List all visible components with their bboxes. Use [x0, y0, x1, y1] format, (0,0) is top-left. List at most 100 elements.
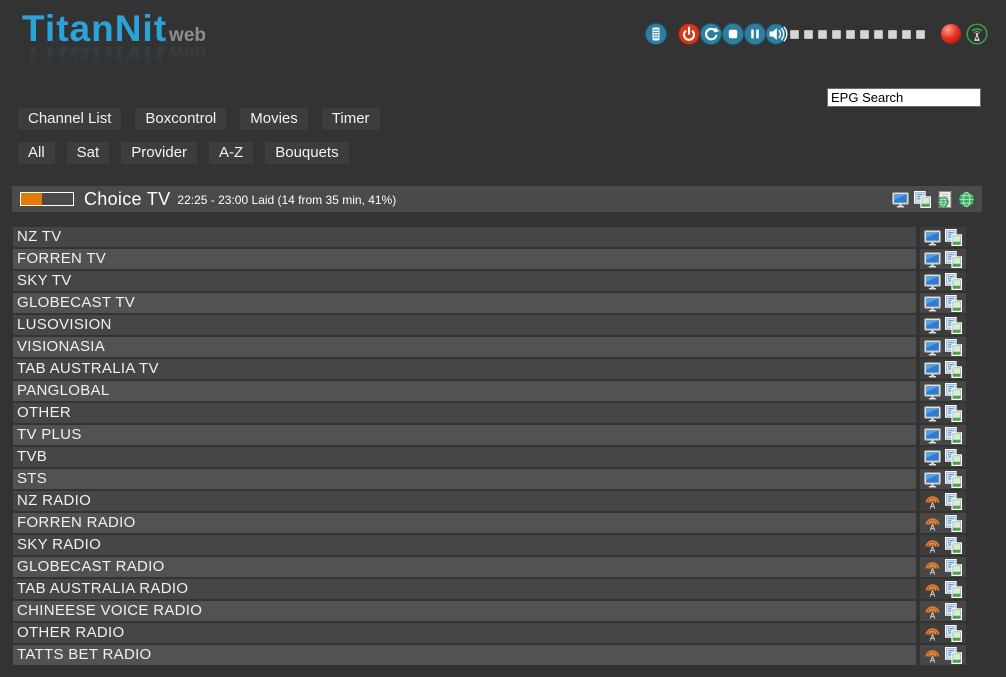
- channel-name[interactable]: GLOBECAST RADIO: [13, 557, 916, 577]
- epg-page-icon[interactable]: [936, 191, 953, 208]
- nav-timer-button[interactable]: Timer: [322, 108, 380, 130]
- epg-list-icon[interactable]: [945, 647, 962, 664]
- epg-list-icon[interactable]: [945, 339, 962, 356]
- channel-row[interactable]: SKY TV: [13, 271, 966, 291]
- epg-list-icon[interactable]: [945, 405, 962, 422]
- channel-name[interactable]: FORREN TV: [13, 249, 916, 269]
- radio-zap-icon[interactable]: [924, 581, 941, 598]
- channel-name[interactable]: PANGLOBAL: [13, 381, 916, 401]
- channel-name[interactable]: OTHER: [13, 403, 916, 423]
- filter-all-button[interactable]: All: [18, 142, 55, 164]
- channel-name[interactable]: FORREN RADIO: [13, 513, 916, 533]
- tv-zap-icon[interactable]: [924, 471, 941, 488]
- channel-row[interactable]: TV PLUS: [13, 425, 966, 445]
- channel-row[interactable]: OTHER: [13, 403, 966, 423]
- channel-row[interactable]: VISIONASIA: [13, 337, 966, 357]
- channel-name[interactable]: TATTS BET RADIO: [13, 645, 916, 665]
- epg-search-input[interactable]: [827, 88, 981, 107]
- volume-segment[interactable]: [874, 30, 883, 39]
- epg-list-icon[interactable]: [945, 361, 962, 378]
- tv-stream-icon[interactable]: [892, 191, 909, 208]
- tv-zap-icon[interactable]: [924, 339, 941, 356]
- channel-row[interactable]: TVB: [13, 447, 966, 467]
- epg-list-icon[interactable]: [945, 471, 962, 488]
- filter-provider-button[interactable]: Provider: [121, 142, 197, 164]
- epg-list-icon[interactable]: [945, 515, 962, 532]
- record-indicator-icon[interactable]: [941, 24, 961, 44]
- filter-bouquets-button[interactable]: Bouquets: [265, 142, 348, 164]
- channel-row[interactable]: STS: [13, 469, 966, 489]
- channel-row[interactable]: TAB AUSTRALIA TV: [13, 359, 966, 379]
- signal-icon[interactable]: [966, 23, 988, 45]
- volume-segment[interactable]: [916, 30, 925, 39]
- epg-list-icon[interactable]: [945, 251, 962, 268]
- tv-zap-icon[interactable]: [924, 449, 941, 466]
- epg-list-icon[interactable]: [945, 581, 962, 598]
- channel-name[interactable]: OTHER RADIO: [13, 623, 916, 643]
- volume-segment[interactable]: [860, 30, 869, 39]
- radio-zap-icon[interactable]: [924, 515, 941, 532]
- volume-segment[interactable]: [902, 30, 911, 39]
- channel-row[interactable]: NZ RADIO: [13, 491, 966, 511]
- epg-list-icon[interactable]: [945, 317, 962, 334]
- epg-list-icon[interactable]: [945, 625, 962, 642]
- radio-zap-icon[interactable]: [924, 493, 941, 510]
- epg-list-icon[interactable]: [945, 603, 962, 620]
- volume-segment[interactable]: [832, 30, 841, 39]
- channel-row[interactable]: GLOBECAST TV: [13, 293, 966, 313]
- nav-movies-button[interactable]: Movies: [240, 108, 308, 130]
- tv-zap-icon[interactable]: [924, 229, 941, 246]
- pause-icon[interactable]: [744, 23, 766, 45]
- stop-icon[interactable]: [722, 23, 744, 45]
- nav-channel-list-button[interactable]: Channel List: [18, 108, 121, 130]
- channel-row[interactable]: OTHER RADIO: [13, 623, 966, 643]
- channel-name[interactable]: TVB: [13, 447, 916, 467]
- radio-zap-icon[interactable]: [924, 603, 941, 620]
- channel-name[interactable]: NZ TV: [13, 227, 916, 247]
- channel-name[interactable]: TAB AUSTRALIA TV: [13, 359, 916, 379]
- globe-icon[interactable]: [958, 191, 975, 208]
- epg-list-icon[interactable]: [945, 449, 962, 466]
- power-icon[interactable]: [678, 23, 700, 45]
- channel-name[interactable]: CHINEESE VOICE RADIO: [13, 601, 916, 621]
- channel-row[interactable]: FORREN RADIO: [13, 513, 966, 533]
- tv-zap-icon[interactable]: [924, 295, 941, 312]
- filter-a-z-button[interactable]: A-Z: [209, 142, 253, 164]
- channel-name[interactable]: TV PLUS: [13, 425, 916, 445]
- tv-zap-icon[interactable]: [924, 361, 941, 378]
- epg-list-icon[interactable]: [945, 493, 962, 510]
- epg-list-icon[interactable]: [945, 383, 962, 400]
- remote-icon[interactable]: [645, 23, 667, 45]
- epg-list-icon[interactable]: [945, 537, 962, 554]
- epg-list-icon[interactable]: [945, 229, 962, 246]
- channel-name[interactable]: VISIONASIA: [13, 337, 916, 357]
- epg-list-icon[interactable]: [945, 427, 962, 444]
- tv-zap-icon[interactable]: [924, 273, 941, 290]
- channel-row[interactable]: PANGLOBAL: [13, 381, 966, 401]
- tv-zap-icon[interactable]: [924, 383, 941, 400]
- channel-row[interactable]: NZ TV: [13, 227, 966, 247]
- volume-segment[interactable]: [804, 30, 813, 39]
- channel-name[interactable]: NZ RADIO: [13, 491, 916, 511]
- volume-segment[interactable]: [790, 30, 799, 39]
- channel-name[interactable]: SKY TV: [13, 271, 916, 291]
- volume-segment[interactable]: [846, 30, 855, 39]
- channel-name[interactable]: STS: [13, 469, 916, 489]
- channel-row[interactable]: SKY RADIO: [13, 535, 966, 555]
- radio-zap-icon[interactable]: [924, 647, 941, 664]
- volume-segment[interactable]: [888, 30, 897, 39]
- volume-segment[interactable]: [818, 30, 827, 39]
- nav-boxcontrol-button[interactable]: Boxcontrol: [135, 108, 226, 130]
- channel-name[interactable]: LUSOVISION: [13, 315, 916, 335]
- tv-zap-icon[interactable]: [924, 251, 941, 268]
- tv-zap-icon[interactable]: [924, 317, 941, 334]
- tv-zap-icon[interactable]: [924, 427, 941, 444]
- channel-name[interactable]: GLOBECAST TV: [13, 293, 916, 313]
- channel-row[interactable]: CHINEESE VOICE RADIO: [13, 601, 966, 621]
- channel-row[interactable]: FORREN TV: [13, 249, 966, 269]
- tv-zap-icon[interactable]: [924, 405, 941, 422]
- radio-zap-icon[interactable]: [924, 537, 941, 554]
- channel-name[interactable]: SKY RADIO: [13, 535, 916, 555]
- radio-zap-icon[interactable]: [924, 559, 941, 576]
- epg-list-icon[interactable]: [945, 559, 962, 576]
